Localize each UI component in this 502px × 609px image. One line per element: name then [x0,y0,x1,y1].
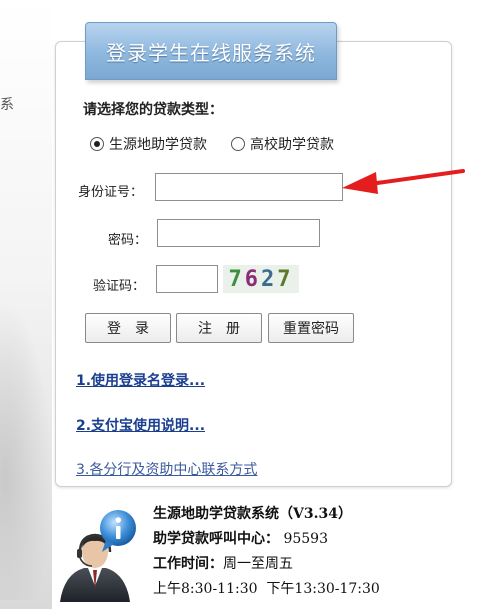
alipay-instructions-link[interactable]: 2.支付宝使用说明... [76,415,205,435]
loan-type-prompt: 请选择您的贷款类型： [83,102,223,118]
working-times: 上午8:30-11:30 下午13:30-17:30 [153,581,380,597]
radio-button-domicile[interactable] [90,137,104,151]
left-edge-text: 系 [0,97,14,113]
working-days: 周一至周五 [223,556,293,572]
hotline-text: 助学贷款呼叫中心： 95593 [153,528,328,548]
hotline-number: 95593 [283,531,328,547]
register-button[interactable]: 注 册 [176,313,262,343]
red-arrow-icon [342,169,465,194]
radio-button-university[interactable] [231,137,245,151]
login-title-tab: 登录学生在线服务系统 [85,22,337,80]
captcha-input[interactable] [156,265,218,293]
reset-password-button[interactable]: 重置密码 [268,313,354,343]
login-by-username-link[interactable]: 1.使用登录名登录... [76,370,205,390]
customer-service-avatar-icon [60,510,136,602]
background-shade [0,300,52,600]
captcha-label: 验证码： [93,279,146,294]
system-version: 生源地助学贷款系统（V3.34） [153,506,352,522]
hotline-label: 助学贷款呼叫中心： [153,531,279,547]
captcha-image[interactable]: 7 6 2 7 [223,265,299,293]
login-button[interactable]: 登 录 [85,313,171,343]
captcha-digit: 2 [261,266,278,292]
password-label: 密码： [108,233,148,248]
id-number-label: 身份证号： [78,185,144,200]
radio-option-domicile-loan[interactable]: 生源地助学贷款 [90,134,207,154]
working-hours-text: 工作时间：周一至周五 [153,553,293,573]
radio-label-university: 高校助学贷款 [250,137,334,153]
system-version-text: 生源地助学贷款系统（V3.34） [153,503,352,523]
page-background-left [0,0,52,609]
radio-label-domicile: 生源地助学贷款 [109,137,207,153]
id-number-input[interactable] [155,173,343,201]
captcha-digit: 6 [244,266,261,292]
password-input[interactable] [157,219,320,247]
working-hours-label: 工作时间： [153,556,223,572]
captcha-digit: 7 [277,266,294,292]
login-title: 登录学生在线服务系统 [106,40,316,65]
branch-contact-link[interactable]: 3.各分行及资助中心联系方式 [76,459,257,479]
radio-option-university-loan[interactable]: 高校助学贷款 [231,134,334,154]
captcha-digit: 7 [228,266,245,292]
